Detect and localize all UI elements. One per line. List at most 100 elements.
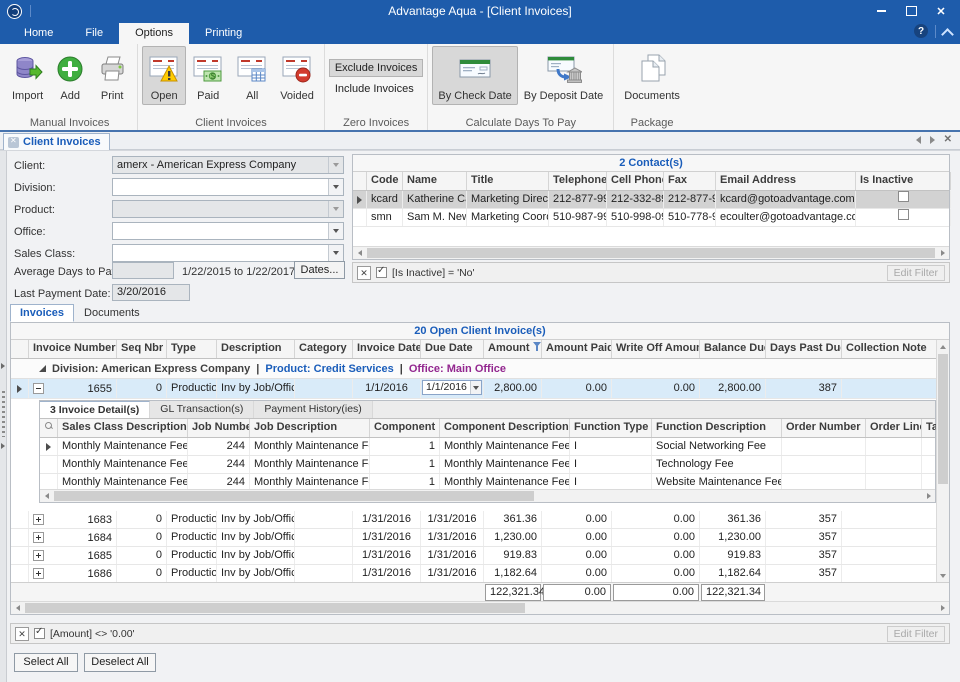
left-splitter[interactable] [0,151,7,682]
open-invoices-button[interactable]: Open [142,46,186,105]
invoice-row[interactable]: 1685 0 Production Inv by Job/Office 1/31… [11,547,949,565]
documents-package-button[interactable]: Documents [618,46,686,105]
tab-file[interactable]: File [69,23,119,44]
dcol-component[interactable]: Component [370,419,440,437]
help-icon[interactable] [914,24,928,38]
tab-printing[interactable]: Printing [189,23,258,44]
scroll-left-icon[interactable] [11,602,24,614]
sales-class-combobox[interactable] [112,244,344,262]
dcol-job-number[interactable]: Job Number [188,419,250,437]
maximize-button[interactable] [896,0,926,22]
dcol-sales-class[interactable]: Sales Class Description [58,419,188,437]
col-invoice-number[interactable]: Invoice Number [29,340,117,358]
invoice-row[interactable]: 1655 0 Production Inv by Job/Office 1/1/… [11,379,949,399]
paid-invoices-button[interactable]: $ Paid [186,46,230,105]
close-button[interactable] [926,0,956,22]
col-amount[interactable]: Amount [484,340,542,358]
expand-row-icon[interactable] [33,568,44,579]
contacts-col-inactive[interactable]: Is Inactive [856,172,951,190]
contacts-col-fax[interactable]: Fax [664,172,716,190]
expand-row-icon[interactable] [33,532,44,543]
col-seq-nbr[interactable]: Seq Nbr [117,340,167,358]
invoices-hscrollbar[interactable] [11,601,949,614]
dates-button[interactable]: Dates... [294,261,345,279]
add-button[interactable]: Add [49,46,91,105]
scroll-left-icon[interactable] [353,247,366,259]
minimize-button[interactable] [866,0,896,22]
by-check-date-button[interactable]: By Check Date [432,46,517,105]
tab-invoice-details[interactable]: 3 Invoice Detail(s) [40,401,150,418]
invoice-group-row[interactable]: Division: American Express Company | Pro… [11,359,949,379]
col-invoice-date[interactable]: Invoice Date [353,340,421,358]
tab-home[interactable]: Home [8,23,69,44]
contacts-col-title[interactable]: Title [467,172,549,190]
search-icon[interactable] [45,422,53,430]
contacts-col-cellphone[interactable]: Cell Phone [607,172,664,190]
col-due-date[interactable]: Due Date [421,340,484,358]
clear-filter-button[interactable]: ✕ [15,627,29,641]
dcol-order-line[interactable]: Order Line [866,419,922,437]
contacts-hscrollbar[interactable] [353,246,949,259]
dcol-function-type[interactable]: Function Type [570,419,652,437]
is-inactive-checkbox[interactable] [898,209,909,220]
select-all-button[interactable]: Select All [14,653,78,672]
dcol-order-number[interactable]: Order Number [782,419,866,437]
col-description[interactable]: Description [217,340,295,358]
by-deposit-date-button[interactable]: By Deposit Date [518,46,609,105]
nav-back-icon[interactable] [916,136,921,144]
invoice-row[interactable]: 1684 0 Production Inv by Job/Office 1/31… [11,529,949,547]
voided-invoices-button[interactable]: Voided [274,46,320,105]
import-button[interactable]: Import [6,46,49,105]
detail-row[interactable]: Monthly Maintenance Fee 244 Monthly Main… [40,438,935,456]
tab-invoices[interactable]: Invoices [10,304,74,322]
scroll-right-icon[interactable] [936,247,949,259]
chevron-down-icon[interactable] [470,381,481,394]
col-amount-paid[interactable]: Amount Paid [542,340,612,358]
contacts-col-name[interactable]: Name [403,172,467,190]
division-combobox[interactable] [112,178,344,196]
tab-close-icon[interactable]: ✕ [944,135,952,144]
exclude-invoices-button[interactable]: Exclude Invoices [329,59,424,77]
expand-row-icon[interactable] [33,550,44,561]
tab-payment-history[interactable]: Payment History(ies) [254,401,372,418]
col-collection-note[interactable]: Collection Note [842,340,950,358]
is-inactive-checkbox[interactable] [898,191,909,202]
dcol-job-description[interactable]: Job Description [250,419,370,437]
scroll-down-icon[interactable] [937,569,949,582]
edit-filter-button[interactable]: Edit Filter [887,265,945,281]
col-days-past-due[interactable]: Days Past Due [766,340,842,358]
tab-documents[interactable]: Documents [74,304,150,322]
contacts-col-code[interactable]: Code [367,172,403,190]
all-invoices-button[interactable]: All [230,46,274,105]
office-combobox[interactable] [112,222,344,240]
deselect-all-button[interactable]: Deselect All [84,653,156,672]
contact-row[interactable]: smn Sam M. Newland Marketing Coordinator… [353,209,949,227]
product-combobox[interactable] [112,200,344,218]
filter-enabled-checkbox[interactable] [376,267,387,278]
col-write-off[interactable]: Write Off Amount [612,340,700,358]
col-balance-due[interactable]: Balance Due [700,340,766,358]
scroll-up-icon[interactable] [937,340,949,353]
include-invoices-button[interactable]: Include Invoices [329,80,424,98]
due-date-editor[interactable]: 1/1/2016 [422,380,482,395]
print-button[interactable]: Print [91,46,133,105]
tab-gl-transactions[interactable]: GL Transaction(s) [150,401,254,418]
group-expand-icon[interactable] [39,365,46,372]
invoice-row[interactable]: 1683 0 Production Inv by Job/Office 1/31… [11,511,949,529]
detail-hscrollbar[interactable] [40,489,935,502]
invoice-row[interactable]: 1686 0 Production Inv by Job/Office 1/31… [11,565,949,583]
expand-row-icon[interactable] [33,514,44,525]
scroll-right-icon[interactable] [922,490,935,502]
filter-funnel-icon[interactable] [533,342,542,351]
filter-enabled-checkbox[interactable] [34,628,45,639]
collapse-row-icon[interactable] [33,383,44,394]
collapse-ribbon-icon[interactable] [943,27,952,36]
contact-row[interactable]: kcard Katherine Card Marketing Director … [353,191,949,209]
scroll-left-icon[interactable] [40,490,53,502]
contacts-col-email[interactable]: Email Address [716,172,856,190]
invoices-vscrollbar[interactable] [936,340,949,582]
clear-filter-button[interactable]: ✕ [357,266,371,280]
col-type[interactable]: Type [167,340,217,358]
col-category[interactable]: Category [295,340,353,358]
scroll-right-icon[interactable] [936,602,949,614]
